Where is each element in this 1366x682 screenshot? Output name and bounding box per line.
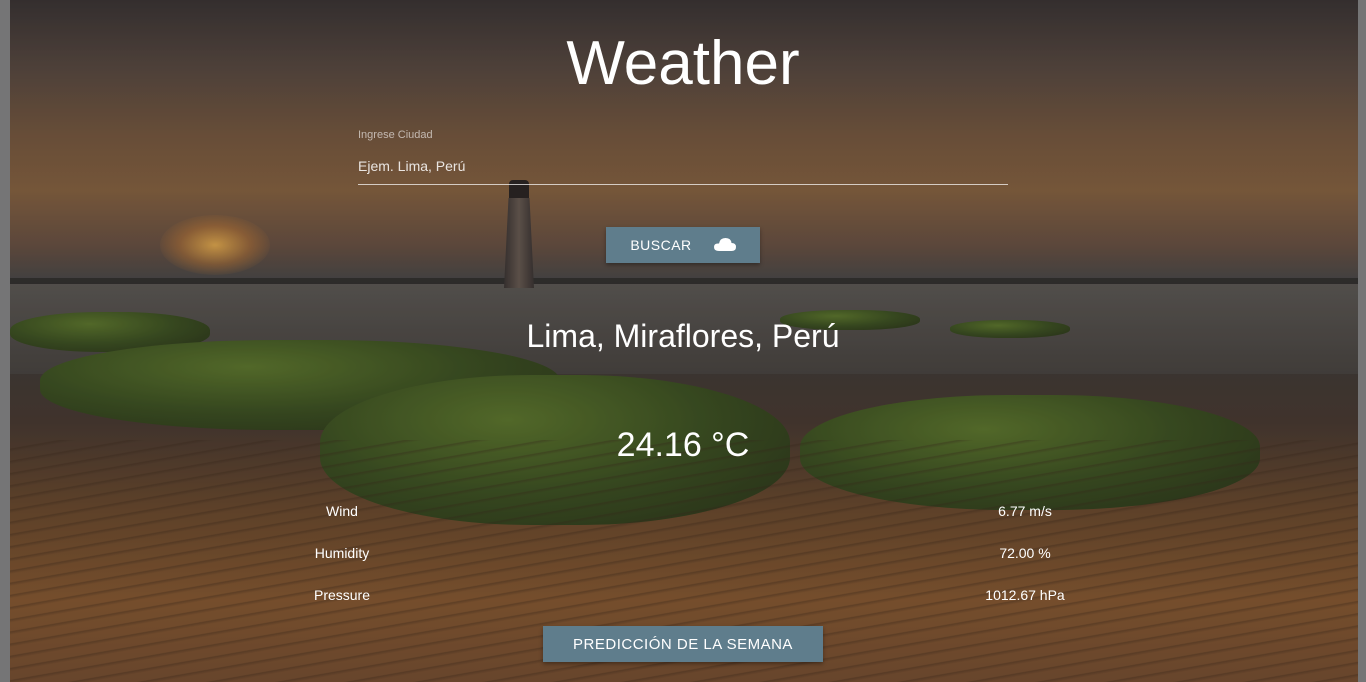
humidity-value: 72.00 % — [999, 545, 1051, 561]
app-window: Weather Ingrese Ciudad BUSCAR Lima, Mira… — [0, 0, 1366, 682]
wind-value: 6.77 m/s — [998, 503, 1052, 519]
city-search-input[interactable] — [358, 148, 1008, 185]
wind-label: Wind — [326, 503, 358, 519]
weekly-forecast-button[interactable]: PREDICCIÓN DE LA SEMANA — [543, 626, 823, 662]
search-button-label: BUSCAR — [630, 237, 692, 253]
cloud-icon — [713, 238, 736, 252]
city-field-label: Ingrese Ciudad — [358, 129, 433, 141]
pressure-label: Pressure — [313, 587, 371, 603]
temperature-value: 24.16 °C — [616, 426, 750, 464]
location-name: Lima, Miraflores, Perú — [526, 318, 840, 354]
humidity-label: Humidity — [314, 545, 370, 561]
page-title: Weather — [566, 29, 800, 98]
search-button[interactable]: BUSCAR — [606, 227, 760, 263]
pressure-value: 1012.67 hPa — [985, 587, 1065, 603]
